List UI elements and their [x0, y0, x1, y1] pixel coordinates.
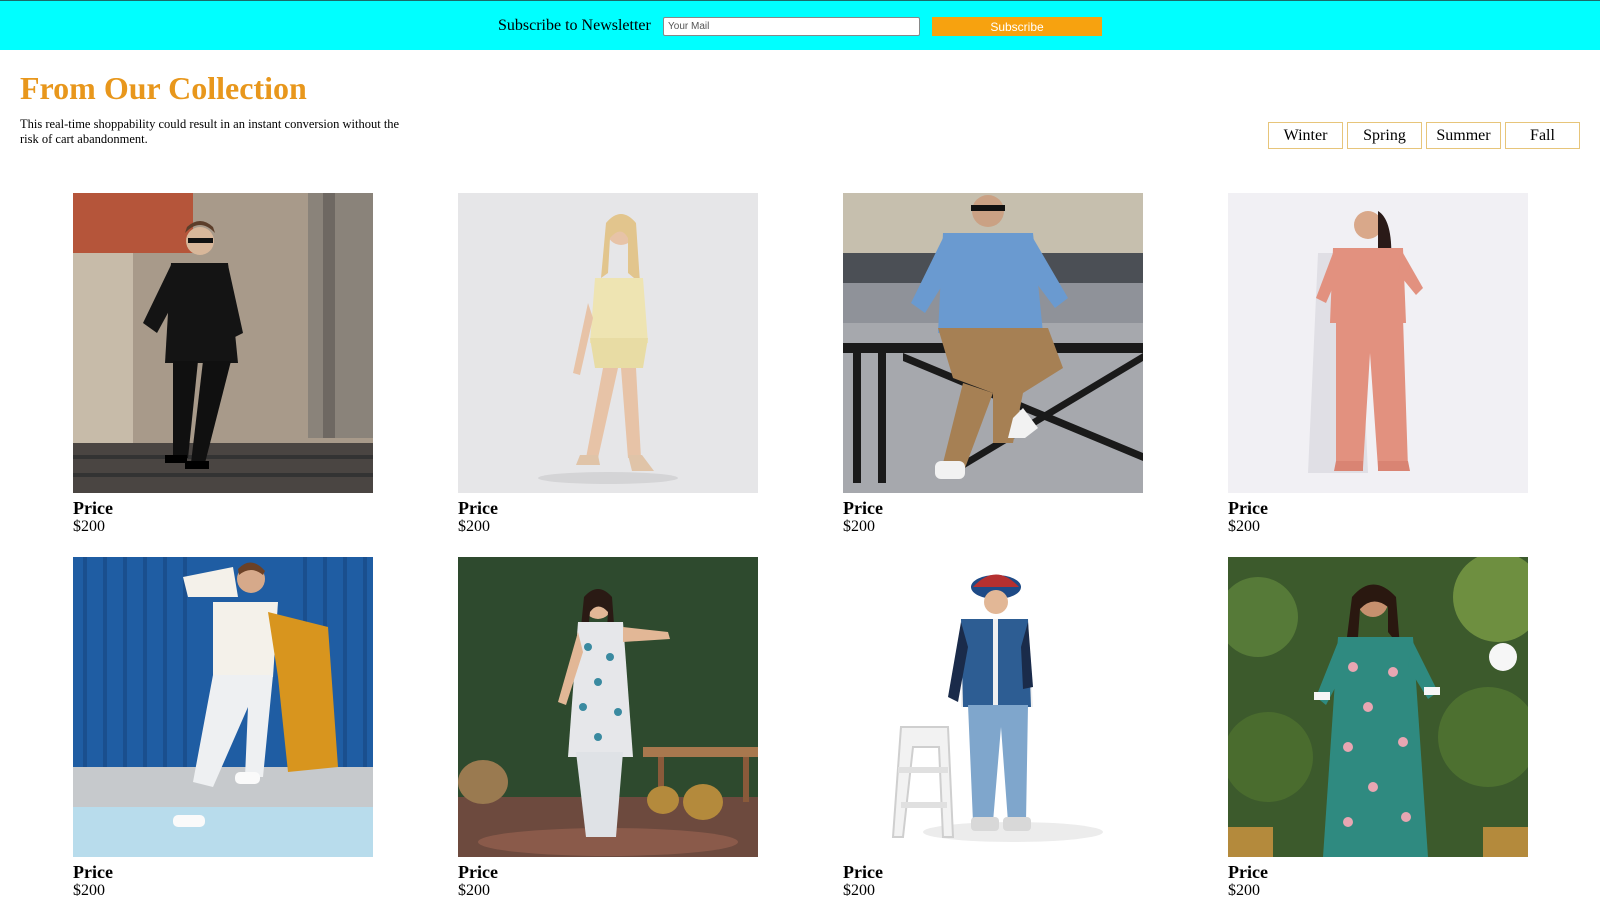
- email-input[interactable]: [663, 17, 920, 36]
- price-value: $200: [1228, 518, 1260, 535]
- product-card[interactable]: Price $200: [458, 193, 758, 537]
- price-value: $200: [73, 518, 105, 535]
- product-card[interactable]: Price $200: [843, 557, 1143, 901]
- season-tabs: Winter Spring Summer Fall: [1268, 122, 1580, 149]
- price-value: $200: [843, 518, 875, 535]
- price-label: Price: [458, 862, 498, 882]
- newsletter-bar: Subscribe to Newsletter Subscribe: [0, 0, 1600, 50]
- man-denim-shirt-photo[interactable]: [843, 193, 1143, 493]
- product-card[interactable]: Price $200: [1228, 193, 1528, 537]
- price-label: Price: [1228, 862, 1268, 882]
- tab-summer[interactable]: Summer: [1426, 122, 1501, 149]
- tab-spring[interactable]: Spring: [1347, 122, 1422, 149]
- product-card[interactable]: Price $200: [1228, 557, 1528, 901]
- price-label: Price: [843, 862, 883, 882]
- price-value: $200: [73, 882, 105, 899]
- product-card[interactable]: Price $200: [458, 557, 758, 901]
- price-label: Price: [73, 498, 113, 518]
- product-card[interactable]: Price $200: [843, 193, 1143, 537]
- man-black-suit-photo[interactable]: [73, 193, 373, 493]
- price-value: $200: [458, 882, 490, 899]
- price-label: Price: [73, 862, 113, 882]
- price-label: Price: [1228, 498, 1268, 518]
- subscribe-button[interactable]: Subscribe: [932, 17, 1102, 36]
- price-label: Price: [458, 498, 498, 518]
- tab-winter[interactable]: Winter: [1268, 122, 1343, 149]
- price-value: $200: [1228, 882, 1260, 899]
- woman-floral-kurta-photo[interactable]: [458, 557, 758, 857]
- collection-description: This real-time shoppability could result…: [20, 117, 400, 146]
- woman-peach-set-photo[interactable]: [1228, 193, 1528, 493]
- price-value: $200: [843, 882, 875, 899]
- woman-green-kurta-photo[interactable]: [1228, 557, 1528, 857]
- newsletter-label: Subscribe to Newsletter: [498, 17, 651, 34]
- woman-yellow-dress-photo[interactable]: [458, 193, 758, 493]
- man-white-outfit-photo[interactable]: [73, 557, 373, 857]
- price-value: $200: [458, 518, 490, 535]
- price-label: Price: [843, 498, 883, 518]
- man-denim-vest-photo[interactable]: [843, 557, 1143, 857]
- product-card[interactable]: Price $200: [73, 557, 373, 901]
- tab-fall[interactable]: Fall: [1505, 122, 1580, 149]
- product-card[interactable]: Price $200: [73, 193, 373, 537]
- collection-title: From Our Collection: [20, 70, 307, 106]
